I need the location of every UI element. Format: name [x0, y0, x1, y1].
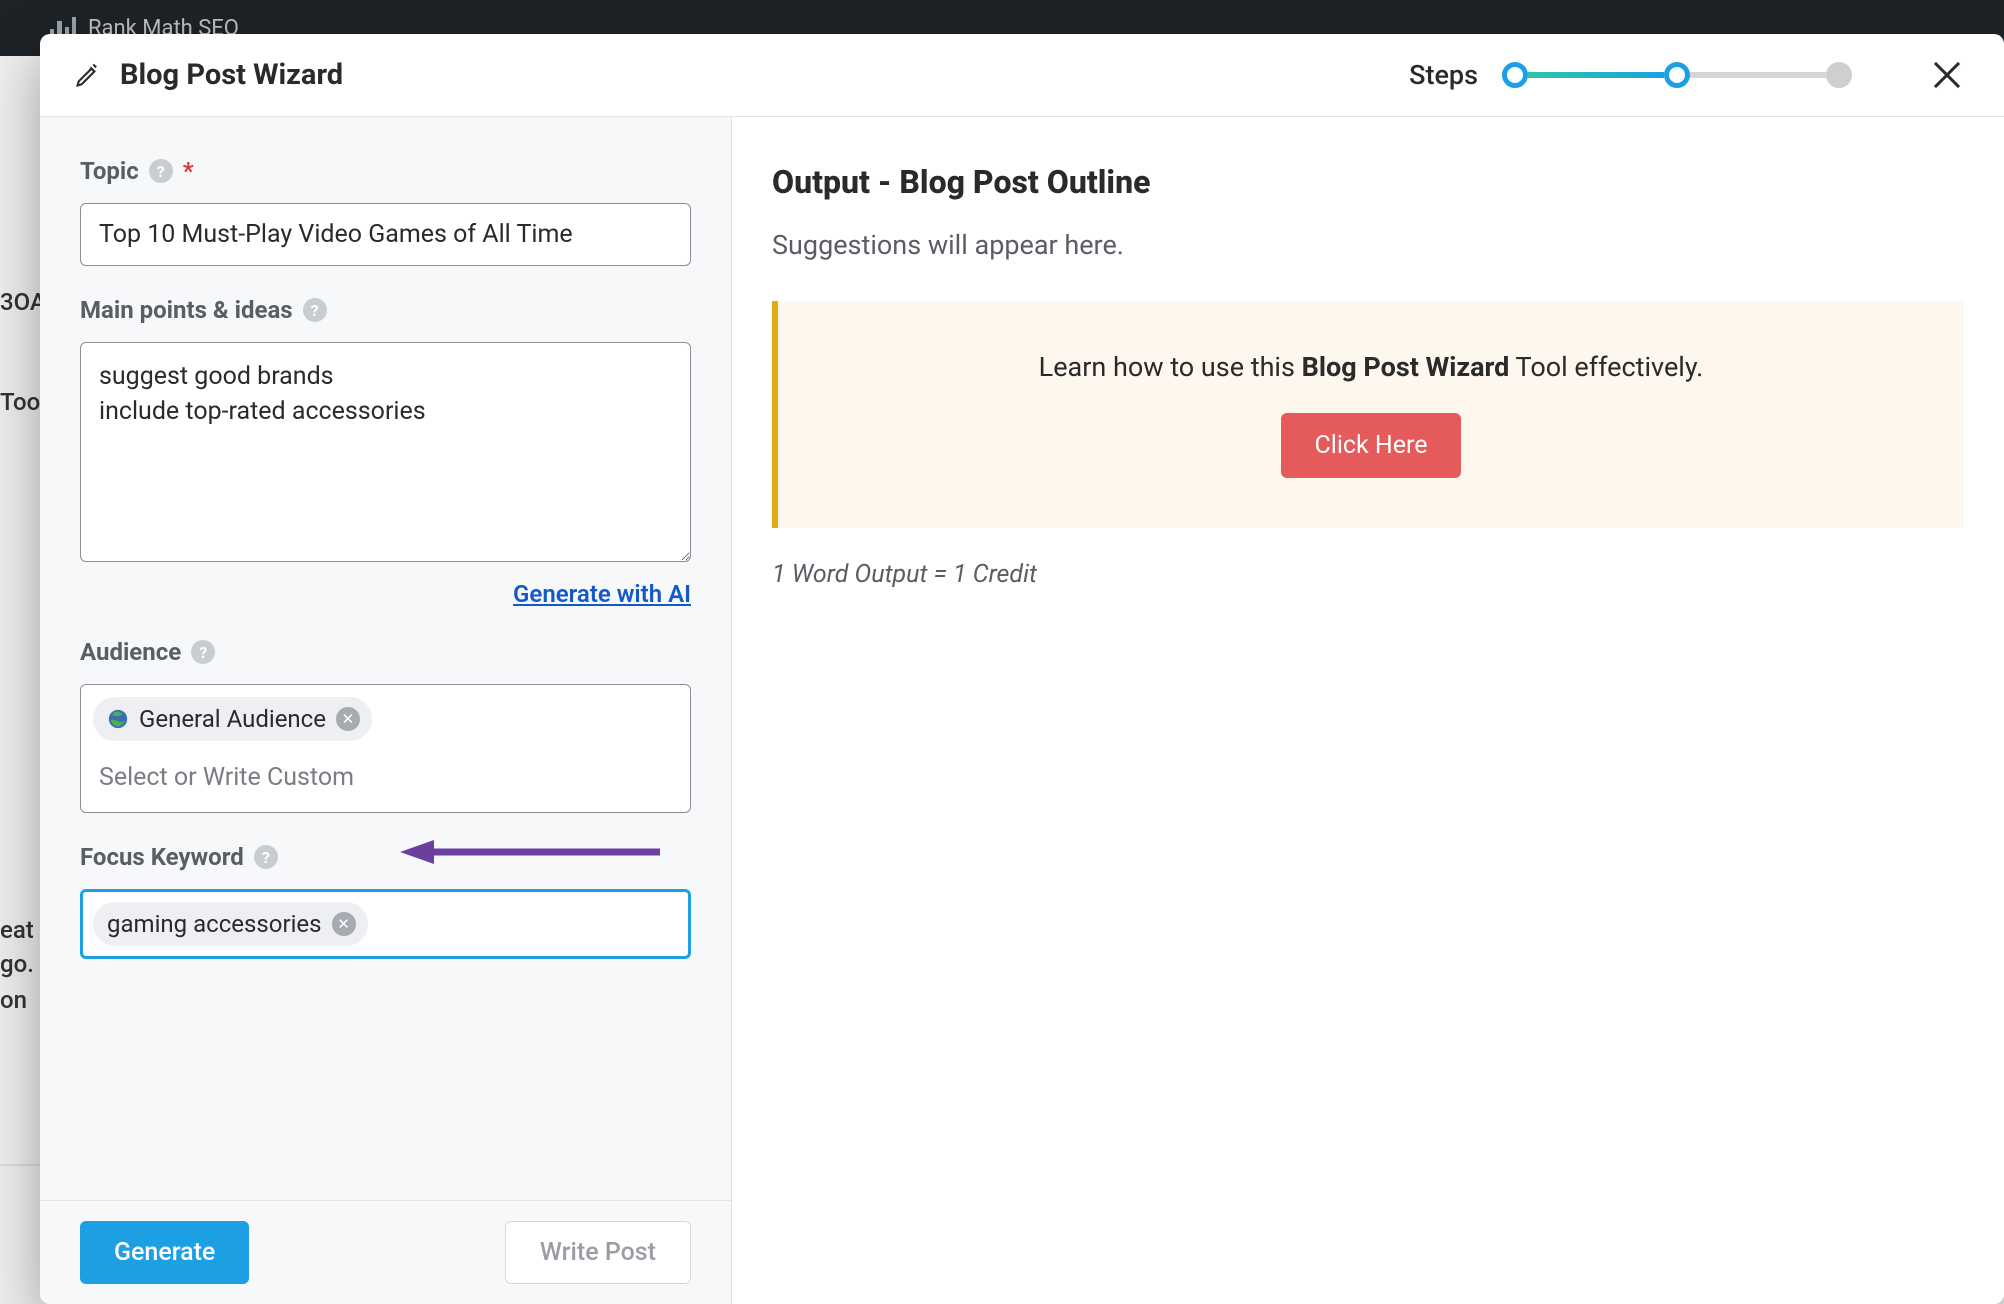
help-icon[interactable]: ? — [191, 640, 215, 664]
focus-keyword-chip-label: gaming accessories — [107, 910, 322, 938]
step-dot-1[interactable] — [1502, 62, 1528, 88]
step-dot-3[interactable] — [1826, 62, 1852, 88]
close-button[interactable] — [1930, 58, 1964, 92]
audience-chip-label: General Audience — [139, 705, 326, 733]
steps-indicator: Steps — [1409, 59, 1852, 91]
audience-label: Audience — [80, 638, 181, 666]
globe-icon — [107, 708, 129, 730]
focus-keyword-field-group: Focus Keyword ? gaming accessories ✕ — [80, 843, 691, 959]
main-points-textarea[interactable] — [80, 342, 691, 562]
output-panel: Output - Blog Post Outline Suggestions w… — [732, 117, 2004, 1304]
audience-placeholder: Select or Write Custom — [93, 759, 678, 800]
audience-input[interactable]: General Audience ✕ Select or Write Custo… — [80, 684, 691, 813]
form-panel: Topic ? * Main points & ideas ? Generate… — [40, 117, 732, 1304]
modal-body: Topic ? * Main points & ideas ? Generate… — [40, 117, 2004, 1304]
focus-keyword-chip: gaming accessories ✕ — [93, 902, 368, 946]
topic-label: Topic — [80, 157, 139, 185]
bg-fragment: eat — [0, 916, 34, 944]
audience-field-group: Audience ? General Audience — [80, 638, 691, 813]
blog-post-wizard-modal: Blog Post Wizard Steps Topic ? * — [40, 34, 2004, 1304]
step-line-2 — [1690, 72, 1826, 78]
help-icon[interactable]: ? — [149, 159, 173, 183]
steps-track — [1502, 62, 1852, 88]
main-points-label: Main points & ideas — [80, 296, 293, 324]
generate-button[interactable]: Generate — [80, 1221, 249, 1284]
bg-fragment: go. — [0, 950, 34, 978]
credit-note: 1 Word Output = 1 Credit — [772, 560, 1964, 589]
step-dot-2[interactable] — [1664, 62, 1690, 88]
steps-label: Steps — [1409, 59, 1478, 91]
form-footer: Generate Write Post — [40, 1200, 731, 1304]
step-line-1 — [1528, 72, 1664, 78]
pencil-icon — [74, 61, 102, 89]
topic-field-group: Topic ? * — [80, 157, 691, 266]
modal-title: Blog Post Wizard — [120, 58, 343, 92]
help-icon[interactable]: ? — [254, 845, 278, 869]
bg-fragment: on — [0, 986, 27, 1014]
remove-chip-icon[interactable]: ✕ — [332, 912, 356, 936]
main-points-field-group: Main points & ideas ? Generate with AI — [80, 296, 691, 608]
topic-input[interactable] — [80, 203, 691, 266]
audience-chip: General Audience ✕ — [93, 697, 372, 741]
focus-keyword-input[interactable]: gaming accessories ✕ — [80, 889, 691, 959]
modal-header: Blog Post Wizard Steps — [40, 34, 2004, 117]
generate-with-ai-link[interactable]: Generate with AI — [80, 580, 691, 608]
help-icon[interactable]: ? — [303, 298, 327, 322]
click-here-button[interactable]: Click Here — [1281, 413, 1462, 478]
bg-fragment: 3OA — [0, 288, 46, 316]
bg-fragment: Too — [0, 388, 40, 416]
required-star: * — [183, 157, 194, 185]
write-post-button[interactable]: Write Post — [505, 1221, 691, 1284]
banner-text: Learn how to use this Blog Post Wizard T… — [818, 351, 1924, 383]
info-banner: Learn how to use this Blog Post Wizard T… — [772, 301, 1964, 528]
focus-keyword-label: Focus Keyword — [80, 843, 244, 871]
output-title: Output - Blog Post Outline — [772, 163, 1964, 201]
remove-chip-icon[interactable]: ✕ — [336, 707, 360, 731]
output-subtitle: Suggestions will appear here. — [772, 229, 1964, 261]
